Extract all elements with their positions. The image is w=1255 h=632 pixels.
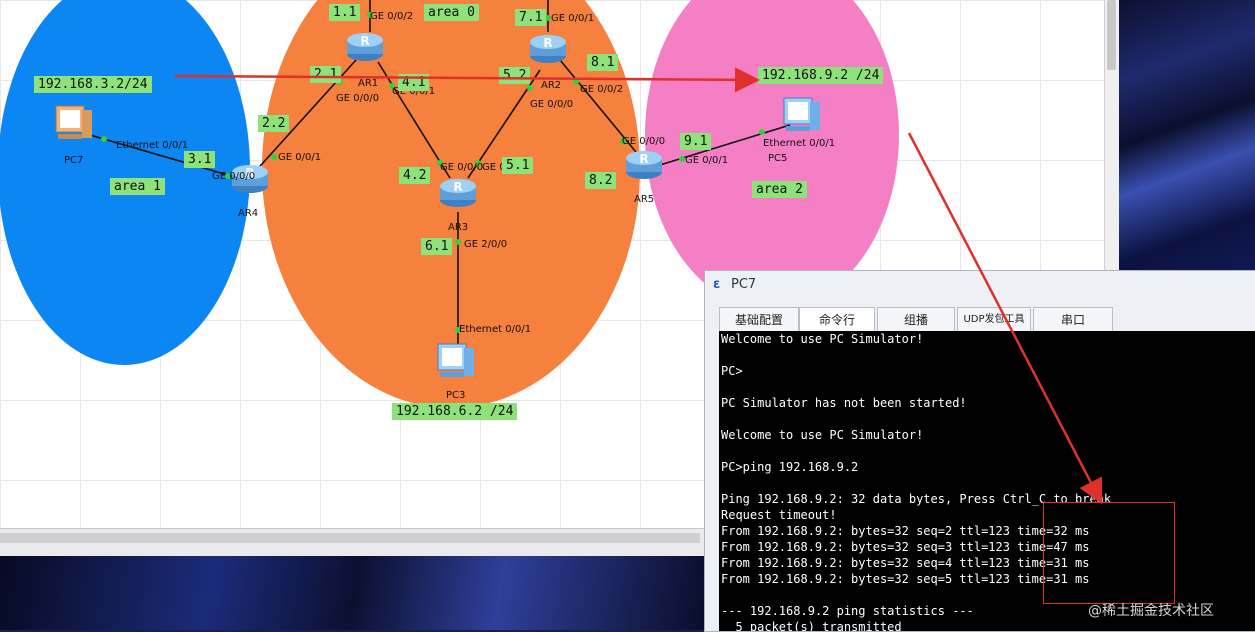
address-label[interactable]: 5.1 <box>502 157 534 174</box>
address-label[interactable]: 8.1 <box>587 54 619 71</box>
area-label[interactable]: area 1 <box>110 178 165 195</box>
horizontal-scrollbar[interactable] <box>0 528 710 556</box>
device-name: AR2 <box>541 80 562 91</box>
pc-icon[interactable] <box>780 96 824 136</box>
ip-label[interactable]: 192.168.9.2 /24 <box>758 67 884 84</box>
scrollbar-thumb[interactable] <box>1107 0 1116 70</box>
device-name: PC3 <box>446 390 466 401</box>
area-label[interactable]: area 2 <box>752 181 807 198</box>
port-label: GE 0/0/2 <box>580 84 624 95</box>
router-icon[interactable]: R <box>438 174 478 208</box>
port-label: GE 0/0/0 <box>336 93 380 104</box>
window-title: PC7 <box>731 277 757 292</box>
port-label: GE 0/0/1 <box>685 155 729 166</box>
window-titlebar[interactable]: ε PC7 <box>705 271 1255 299</box>
address-label[interactable]: 3.1 <box>184 151 216 168</box>
address-label[interactable]: 2.1 <box>310 66 342 83</box>
svg-text:R: R <box>639 152 648 166</box>
ip-label[interactable]: 192.168.3.2/24 <box>34 76 152 93</box>
address-label[interactable]: 9.1 <box>680 133 712 150</box>
port-label: GE 0/0/1 <box>551 13 595 24</box>
device-name: PC5 <box>768 153 788 164</box>
svg-text:R: R <box>360 34 369 48</box>
port-label: Ethernet 0/0/1 <box>763 138 836 149</box>
device-name: AR5 <box>634 194 655 205</box>
scrollbar-thumb[interactable] <box>0 533 700 543</box>
address-label[interactable]: 5.2 <box>499 67 531 84</box>
pc-icon[interactable] <box>434 342 478 382</box>
port-label: Ethernet 0/0/1 <box>116 140 189 151</box>
device-name: AR3 <box>448 222 469 233</box>
address-label[interactable]: 2.2 <box>258 115 290 132</box>
app-icon: ε <box>713 277 721 292</box>
terminal-line: PC>ping 192.168.9.2 <box>721 460 859 474</box>
desktop-wallpaper-bottom <box>0 555 710 630</box>
address-label[interactable]: 8.2 <box>585 172 617 189</box>
device-name: AR4 <box>238 208 259 219</box>
device-name: AR1 <box>358 78 379 89</box>
port-label: Ethernet 0/0/1 <box>459 324 532 335</box>
svg-text:R: R <box>543 36 552 50</box>
router-icon[interactable]: R <box>528 30 568 64</box>
terminal-line: Welcome to use PC Simulator! <box>721 332 924 346</box>
svg-text:R: R <box>453 180 462 194</box>
tab-basic-config[interactable]: 基础配置 <box>719 307 799 332</box>
terminal-line: Welcome to use PC Simulator! <box>721 428 924 442</box>
router-icon[interactable]: R <box>345 28 385 62</box>
address-label[interactable]: 6.1 <box>421 238 453 255</box>
port-label: GE 0/0/0 <box>440 162 484 173</box>
terminal-line: PC> <box>721 364 743 378</box>
pc-icon[interactable] <box>52 104 96 144</box>
address-label[interactable]: 1.1 <box>329 4 361 21</box>
device-name: PC7 <box>64 155 84 166</box>
tab-command-line[interactable]: 命令行 <box>799 307 875 332</box>
router-icon[interactable]: R <box>624 146 664 180</box>
address-label[interactable]: 4.1 <box>398 74 430 91</box>
address-label[interactable]: 4.2 <box>399 167 431 184</box>
address-label[interactable]: 7.1 <box>515 9 547 26</box>
port-label: GE 0/0/0 <box>530 99 574 110</box>
watermark: @稀土掘金技术社区 <box>1088 603 1214 619</box>
desktop-wallpaper <box>1118 0 1255 280</box>
port-label: GE 0/0/0 <box>212 171 256 182</box>
port-label: GE 2/0/0 <box>464 239 508 250</box>
ip-label[interactable]: 192.168.6.2 /24 <box>392 403 518 420</box>
terminal-line: 5 packet(s) transmitted <box>721 620 902 631</box>
port-label: GE 0/0/1 <box>278 152 322 163</box>
tab-multicast[interactable]: 组播 <box>877 307 955 332</box>
highlight-box <box>1043 502 1175 604</box>
tab-serial[interactable]: 串口 <box>1033 307 1113 332</box>
port-label: GE 0/0/0 <box>622 136 666 147</box>
terminal-line: PC Simulator has not been started! <box>721 396 967 410</box>
area-label[interactable]: area 0 <box>424 4 479 21</box>
port-label: GE 0/0/2 <box>370 11 414 22</box>
tab-udp-tool[interactable]: UDP发包工具 <box>957 307 1031 332</box>
